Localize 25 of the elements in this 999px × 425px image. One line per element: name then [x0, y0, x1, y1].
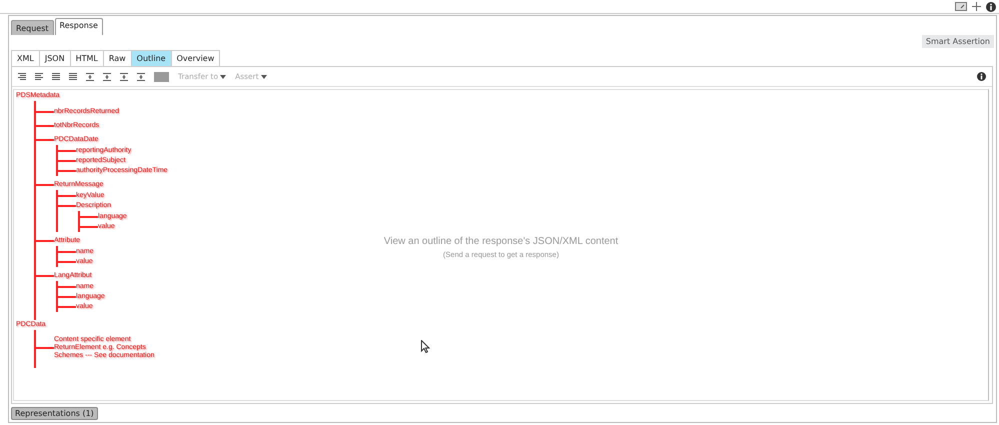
tab[interactable]: Response — [54, 18, 103, 35]
indent-icon[interactable] — [103, 72, 111, 80]
info-icon[interactable] — [977, 72, 986, 81]
tab[interactable]: Outline — [130, 50, 172, 66]
cursor-icon — [421, 340, 430, 353]
tab[interactable]: Request — [11, 20, 54, 35]
caret-icon — [260, 74, 267, 78]
tab[interactable]: Representations (1) — [11, 407, 98, 420]
align-icon[interactable] — [18, 72, 26, 80]
indent-icon[interactable] — [120, 72, 128, 80]
plus-icon[interactable] — [972, 2, 981, 11]
tab[interactable]: JSON — [38, 50, 71, 66]
tab[interactable]: XML — [11, 50, 40, 66]
indent-icon[interactable] — [137, 72, 145, 80]
align-icon[interactable] — [69, 72, 77, 80]
caret-icon — [220, 74, 226, 78]
indent-icon[interactable] — [86, 72, 94, 80]
smart-assertion-button[interactable]: Smart Assertion — [922, 35, 994, 48]
tab[interactable]: Overview — [170, 50, 220, 66]
align-icon[interactable] — [35, 72, 43, 80]
align-icon[interactable] — [52, 72, 60, 80]
info-icon[interactable] — [986, 2, 996, 12]
outline-message: View an outline of the response's JSON/XML content — [384, 236, 618, 247]
xpath-button[interactable] — [154, 72, 169, 82]
window-icon[interactable] — [955, 2, 967, 11]
